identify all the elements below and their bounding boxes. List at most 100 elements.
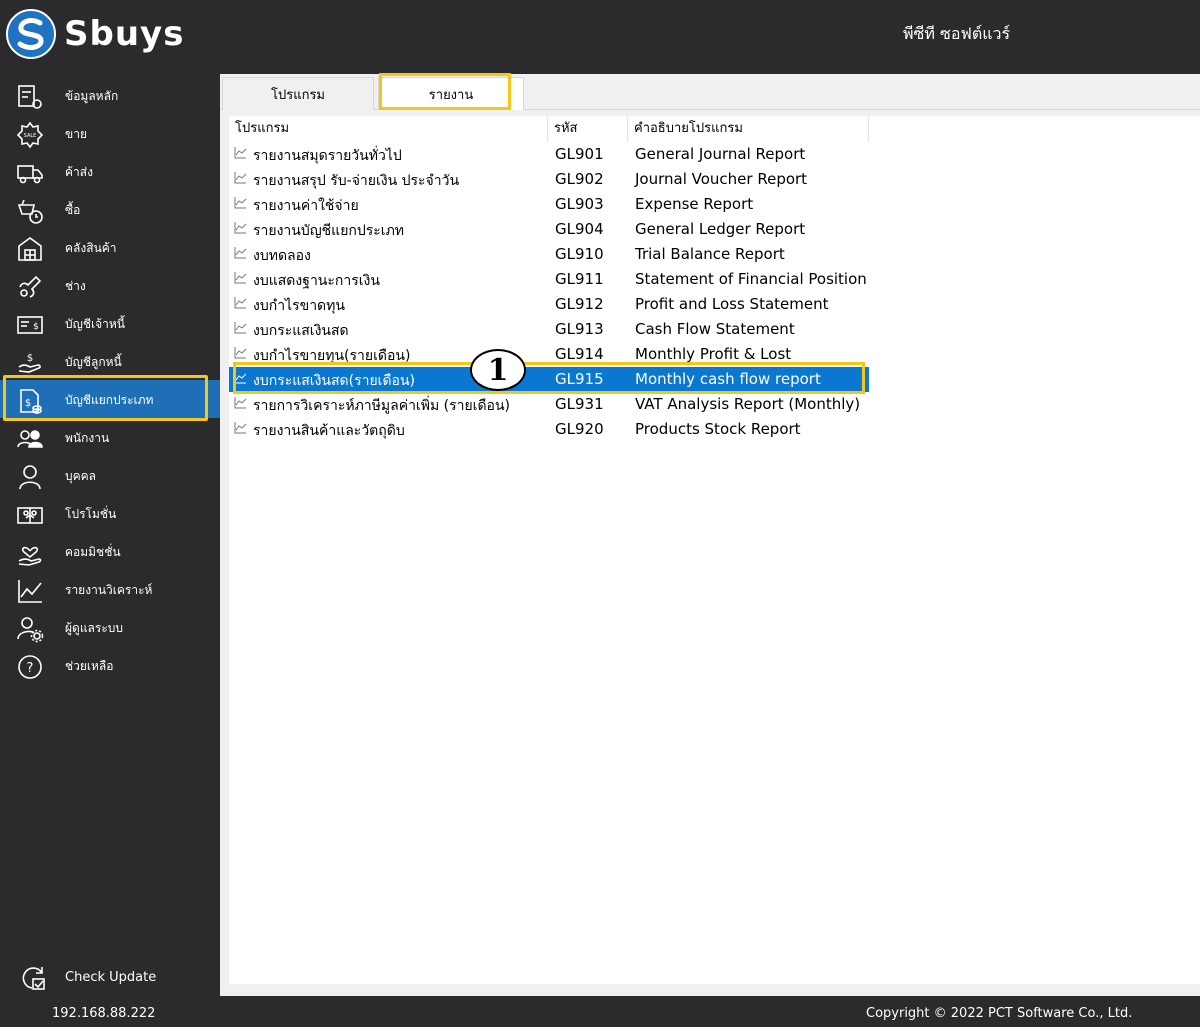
program-code-cell: GL903 — [555, 195, 604, 213]
sidebar-item-accounts-payable[interactable]: $ บัญชีเจ้าหนี้ — [0, 304, 220, 342]
sidebar-item-help[interactable]: ? ช่วยเหลือ — [0, 646, 220, 684]
program-code-cell: GL914 — [555, 345, 604, 363]
sidebar-item-master-data[interactable]: ข้อมูลหลัก — [0, 76, 220, 114]
sidebar-item-employees[interactable]: พนักงาน — [0, 418, 220, 456]
report-chart-icon — [234, 372, 247, 384]
tab-bar: โปรแกรม รายงาน — [220, 73, 1200, 110]
program-description-cell: Profit and Loss Statement — [635, 295, 829, 313]
sidebar-item-label: ช่าง — [65, 279, 86, 293]
sidebar-item-label: รายงานวิเคราะห์ — [65, 583, 153, 597]
report-chart-icon — [234, 347, 247, 359]
payable-icon: $ — [17, 316, 43, 334]
sidebar-item-administrator[interactable]: ผู้ดูแลระบบ — [0, 608, 220, 646]
sidebar-item-label: ผู้ดูแลระบบ — [65, 621, 124, 635]
table-row[interactable]: งบทดลอง GL910 Trial Balance Report — [229, 242, 869, 267]
receivable-icon: $ — [18, 353, 41, 373]
sidebar: ข้อมูลหลัก SALE ขาย ค้าส่ง ซื้อ คลังสินค… — [0, 74, 220, 996]
sidebar-item-label: พนักงาน — [65, 431, 110, 445]
sidebar-item-warehouse[interactable]: คลังสินค้า — [0, 228, 220, 266]
table-row[interactable]: รายงานสมุดรายวันทั่วไป GL901 General Journ… — [229, 142, 869, 167]
program-description-cell: Expense Report — [635, 195, 754, 213]
company-name: พีซีที ซอฟต์แวร์ — [903, 24, 1011, 43]
ledger-icon: $ — [20, 389, 42, 414]
program-description-cell: Cash Flow Statement — [635, 320, 795, 338]
sidebar-item-label: คอมมิชชั่น — [65, 545, 121, 559]
check-update-button[interactable]: Check Update — [0, 958, 220, 996]
table-row[interactable]: งบกำไรขายทุน(รายเดือน) GL914 Monthly Profi… — [229, 342, 869, 367]
table-row[interactable]: รายงานค่าใช้จ่าย GL903 Expense Report — [229, 192, 869, 217]
sale-badge-icon: SALE — [16, 121, 44, 149]
sidebar-item-label: ขาย — [65, 127, 87, 141]
admin-icon — [17, 617, 44, 643]
svg-text:$: $ — [27, 353, 33, 364]
report-chart-icon — [234, 197, 247, 209]
warehouse-icon — [18, 237, 42, 261]
program-name-cell: งบกำไรขาดทุน — [253, 298, 345, 314]
svg-text:?: ? — [27, 661, 34, 676]
table-row[interactable]: งบกระแสเงินสด GL913 Cash Flow Statement — [229, 317, 869, 342]
column-header-program[interactable]: โปรแกรม — [229, 116, 548, 142]
program-name-cell: งบกำไรขายทุน(รายเดือน) — [253, 348, 411, 364]
report-chart-icon — [234, 297, 247, 309]
report-chart-icon — [234, 147, 247, 159]
report-chart-icon — [234, 172, 247, 184]
sidebar-item-label: บุคคล — [65, 469, 97, 483]
tab-programs[interactable]: โปรแกรม — [222, 77, 374, 110]
program-code-cell: GL902 — [555, 170, 604, 188]
sidebar-item-label: ค้าส่ง — [65, 165, 93, 179]
sidebar-item-label: คลังสินค้า — [65, 241, 117, 255]
table-row[interactable]: รายงานสินค้าและวัตถุดิบ GL920 Products Sto… — [229, 417, 869, 442]
sidebar-item-promotion[interactable]: โปรโมชั่น — [0, 494, 220, 532]
table-row[interactable]: งบกระแสเงินสด(รายเดือน) GL915 Monthly cash… — [229, 367, 869, 392]
program-code-cell: GL915 — [555, 370, 604, 388]
sidebar-item-label: บัญชีเจ้าหนี้ — [65, 317, 125, 331]
brand-name: Sbuys — [64, 14, 185, 54]
sidebar-item-person[interactable]: บุคคล — [0, 456, 220, 494]
sidebar-item-technician[interactable]: ช่าง — [0, 266, 220, 304]
table-row[interactable]: งบกำไรขาดทุน GL912 Profit and Loss Stateme… — [229, 292, 869, 317]
employees-icon — [17, 430, 43, 448]
svg-text:$: $ — [33, 322, 39, 332]
program-name-cell: งบกระแสเงินสด(รายเดือน) — [253, 373, 415, 389]
table-row[interactable]: รายการวิเคราะห์ภาษีมูลค่าเพิ่ม (รายเดือน… — [229, 392, 869, 417]
program-name-cell: รายงานสรุป รับ-จ่ายเงิน ประจำวัน — [253, 173, 460, 189]
table-row[interactable]: รายงานบัญชีแยกประเภท GL904 General Ledger … — [229, 217, 869, 242]
sidebar-item-label: บัญชีลูกหนี้ — [65, 355, 122, 369]
basket-icon — [17, 199, 43, 224]
help-icon: ? — [18, 655, 42, 679]
report-list: โปรแกรม รหัส คำอธิบายโปรแกรม รายงานสมุดร… — [229, 116, 1200, 984]
report-chart-icon — [234, 422, 247, 434]
check-update-label: Check Update — [65, 970, 157, 985]
program-code-cell: GL913 — [555, 320, 604, 338]
program-description-cell: Products Stock Report — [635, 420, 801, 438]
main-panel: โปรแกรม รายงาน โปรแกรม รหัส คำอธิบายโปรแ… — [220, 73, 1200, 996]
sidebar-item-general-ledger[interactable]: $ บัญชีแยกประเภท — [0, 380, 220, 418]
sidebar-item-accounts-receivable[interactable]: $ บัญชีลูกหนี้ — [0, 342, 220, 380]
sidebar-item-wholesale[interactable]: ค้าส่ง — [0, 152, 220, 190]
promotion-icon — [17, 507, 43, 524]
column-header-code[interactable]: รหัส — [548, 116, 628, 142]
sidebar-item-analysis-report[interactable]: รายงานวิเคราะห์ — [0, 570, 220, 608]
sidebar-item-purchase[interactable]: ซื้อ — [0, 190, 220, 228]
logo: Sbuys — [6, 9, 184, 59]
sidebar-item-sale[interactable]: SALE ขาย — [0, 114, 220, 152]
program-name-cell: รายงานสินค้าและวัตถุดิบ — [253, 423, 405, 439]
copyright: Copyright © 2022 PCT Software Co., Ltd. — [866, 1006, 1133, 1021]
wrench-icon — [19, 275, 42, 298]
sidebar-item-label: ซื้อ — [65, 203, 81, 217]
update-icon — [22, 967, 45, 990]
tab-reports[interactable]: รายงาน — [378, 77, 524, 110]
program-description-cell: Monthly Profit & Lost — [635, 345, 792, 363]
table-row[interactable]: งบแสดงฐานะการเงิน GL911 Statement of Finan… — [229, 267, 869, 292]
svg-text:$: $ — [25, 398, 31, 409]
program-description-cell: Statement of Financial Position — [635, 270, 867, 288]
sidebar-item-commission[interactable]: คอมมิชชั่น — [0, 532, 220, 570]
sidebar-item-label: บัญชีแยกประเภท — [65, 393, 154, 407]
column-header-description[interactable]: คำอธิบายโปรแกรม — [628, 116, 869, 142]
report-chart-icon — [234, 247, 247, 259]
status-bar: 192.168.88.222 Copyright © 2022 PCT Soft… — [0, 996, 1200, 1027]
table-row[interactable]: รายงานสรุป รับ-จ่ายเงิน ประจำวัน GL902 Jou… — [229, 167, 869, 192]
report-chart-icon — [234, 322, 247, 334]
program-description-cell: Trial Balance Report — [635, 245, 785, 263]
program-name-cell: รายงานค่าใช้จ่าย — [253, 198, 359, 214]
